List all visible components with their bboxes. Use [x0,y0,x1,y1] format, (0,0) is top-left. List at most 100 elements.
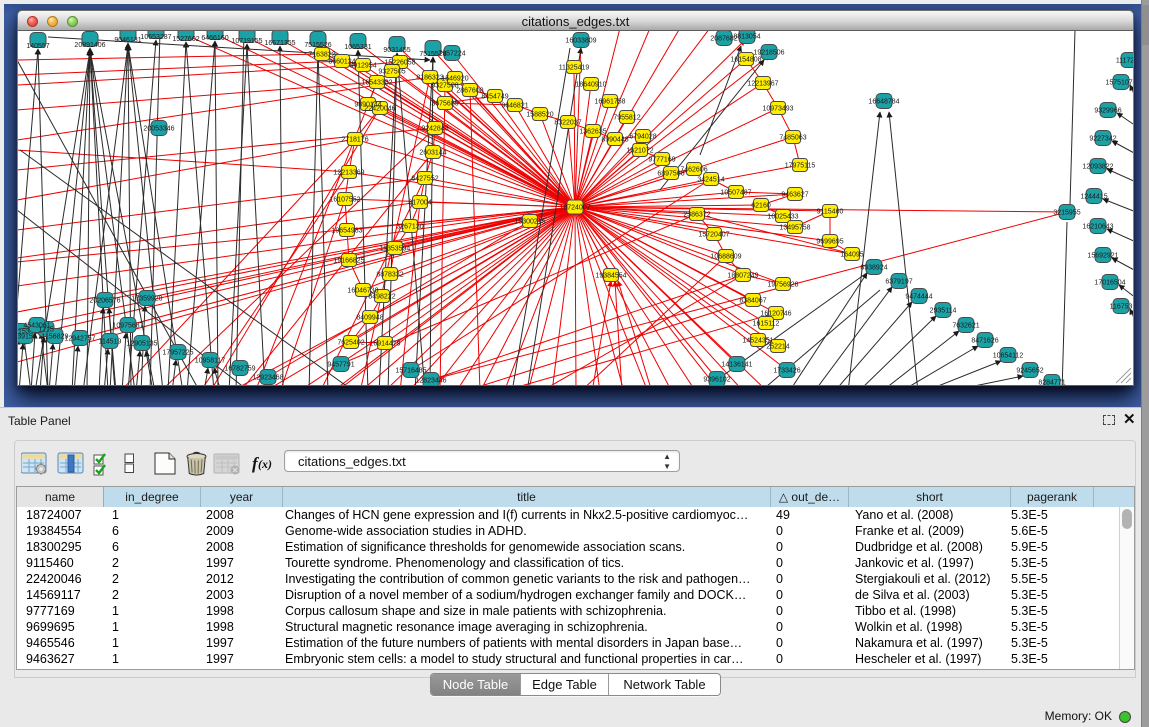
svg-text:8186323: 8186323 [416,75,443,82]
svg-text:252214: 252214 [766,344,789,351]
svg-text:15300215: 15300215 [514,219,545,226]
svg-text:1588520: 1588520 [526,112,553,119]
svg-text:4543061: 4543061 [23,323,50,330]
svg-text:2603144: 2603144 [419,150,446,157]
svg-text:8912954: 8912954 [349,63,376,70]
svg-text:12923468: 12923468 [252,375,283,382]
svg-text:16033809: 16033809 [565,38,596,45]
svg-text:116753: 116753 [1110,304,1133,311]
svg-text:3424514: 3424514 [697,177,724,184]
svg-text:7625402: 7625402 [337,340,364,347]
svg-text:9777169: 9777169 [648,157,675,164]
svg-text:19218506: 19218506 [753,50,784,57]
svg-text:7955812: 7955812 [613,115,640,122]
svg-text:17957225: 17957225 [162,350,193,357]
svg-text:18724007: 18724007 [559,205,590,212]
svg-text:15716485: 15716485 [395,368,426,375]
svg-text:8384067: 8384067 [739,298,766,305]
svg-text:9463627: 9463627 [781,192,808,199]
svg-text:7462606: 7462606 [680,167,707,174]
svg-text:16961758: 16961758 [594,99,625,106]
svg-text:12942757: 12942757 [64,336,95,343]
svg-text:8878332: 8878332 [376,272,403,279]
svg-text:2718176: 2718176 [341,137,368,144]
svg-text:8454749: 8454749 [481,94,508,101]
svg-text:12213967: 12213967 [747,81,778,88]
svg-text:14136141: 14136141 [721,362,752,369]
svg-text:9046131: 9046131 [114,37,141,44]
svg-text:9396102: 9396102 [703,377,730,384]
svg-text:16914479: 16914479 [369,341,400,348]
svg-text:10719155: 10719155 [231,38,262,45]
svg-text:9227342: 9227342 [1089,136,1116,143]
svg-text:17975115: 17975115 [785,163,816,170]
svg-text:1244415: 1244415 [1080,194,1107,201]
svg-text:10973493: 10973493 [762,106,793,113]
svg-text:7485063: 7485063 [779,135,806,142]
svg-text:1065331: 1065331 [344,44,371,51]
svg-text:817004: 817004 [408,200,431,207]
svg-text:12905135: 12905135 [126,341,157,348]
svg-text:16107552: 16107552 [329,197,360,204]
svg-text:1546920: 1546920 [441,76,468,83]
svg-text:2935114: 2935114 [930,308,957,315]
svg-text:11325419: 11325419 [559,65,590,72]
svg-text:9474444: 9474444 [905,294,932,301]
svg-text:2336441: 2336441 [1133,168,1134,175]
svg-text:10507487: 10507487 [720,190,751,197]
svg-text:1117204: 1117204 [1116,58,1134,65]
svg-text:18807249: 18807249 [727,273,758,280]
svg-text:19756928: 19756928 [767,282,798,289]
svg-text:8409948: 8409948 [356,315,383,322]
svg-text:16782759: 16782759 [224,366,255,373]
svg-text:17359928: 17359928 [131,296,162,303]
svg-text:2867608: 2867608 [456,88,483,95]
svg-text:9327505: 9327505 [378,69,405,76]
svg-text:2386372: 2386372 [683,212,710,219]
svg-text:20206576: 20206576 [89,298,120,305]
svg-text:10688609: 10688609 [710,254,741,261]
svg-text:9457791: 9457791 [327,362,354,369]
svg-text:8322037: 8322037 [554,120,581,127]
svg-text:10958117: 10958117 [195,358,226,365]
svg-text:19166825: 19166825 [333,258,364,265]
svg-text:8990448: 8990448 [601,137,628,144]
svg-text:1621072: 1621072 [626,148,653,155]
svg-text:12213369: 12213369 [333,170,364,177]
svg-text:164095: 164095 [840,252,863,259]
svg-text:9327508: 9327508 [431,83,458,90]
svg-text:1527602: 1527602 [172,36,199,43]
svg-text:20891406: 20891406 [74,42,105,49]
svg-text:16543382: 16543382 [361,80,392,87]
svg-text:20053346: 20053346 [143,126,174,133]
svg-text:6794028: 6794028 [629,134,656,141]
svg-text:9242848: 9242848 [421,126,448,133]
svg-text:1362635: 1362635 [579,129,606,136]
svg-text:18640910: 18640910 [575,82,606,89]
svg-text:7632621: 7632621 [952,323,979,330]
svg-text:2087682: 2087682 [710,36,737,43]
svg-text:19384554: 19384554 [595,273,626,280]
svg-text:8284771: 8284771 [1038,380,1065,387]
svg-text:8938924: 8938924 [860,265,887,272]
svg-text:(x): (x) [258,457,272,471]
svg-text:16210643: 16210643 [1082,224,1113,231]
svg-text:19654983: 19654983 [331,228,362,235]
svg-text:16154808: 16154808 [730,57,761,64]
svg-text:15692921: 15692921 [1087,253,1118,260]
svg-text:62160: 62160 [751,203,771,210]
svg-text:10975687: 10975687 [112,323,143,330]
svg-text:17016504: 17016504 [1094,280,1125,287]
svg-text:3267130: 3267130 [396,224,423,231]
svg-text:11353594: 11353594 [380,246,411,253]
svg-text:7163822: 7163822 [308,52,335,59]
svg-text:10653287: 10653287 [140,34,171,41]
svg-text:8427552: 8427552 [411,176,438,183]
svg-text:15751074: 15751074 [1105,80,1134,87]
svg-text:6466160: 6466160 [201,35,228,42]
svg-text:16120746: 16120746 [760,311,791,318]
svg-text:10025433: 10025433 [767,214,798,221]
svg-text:15226058: 15226058 [384,60,415,67]
svg-text:22420046: 22420046 [364,106,395,113]
svg-text:12093822: 12093822 [1082,164,1113,171]
